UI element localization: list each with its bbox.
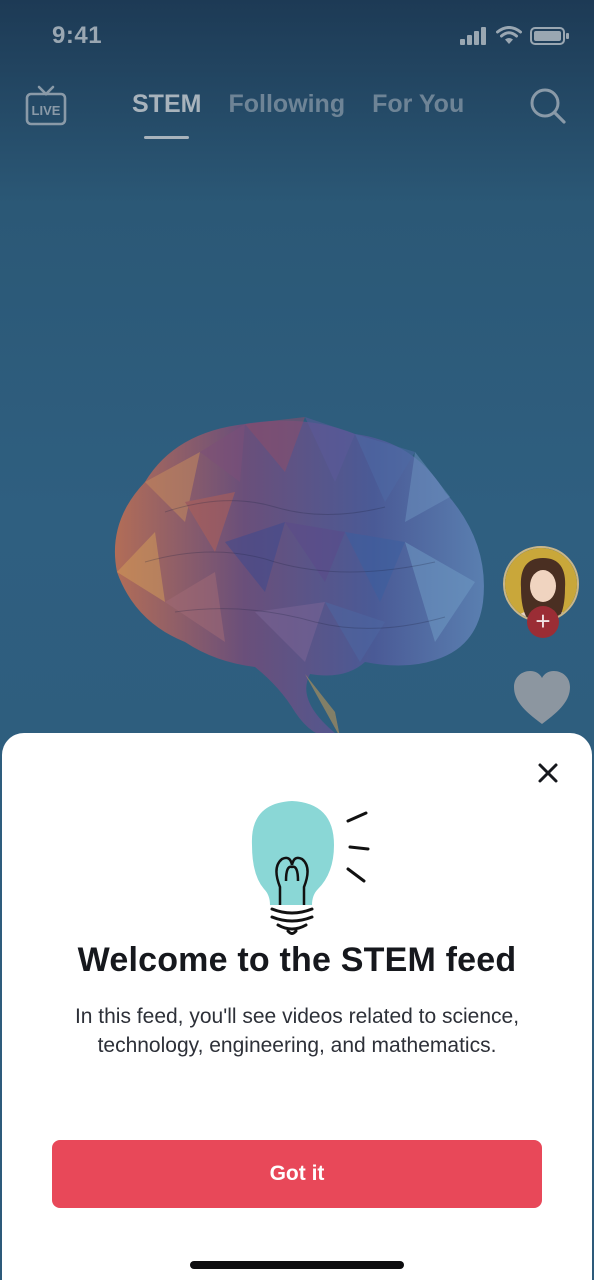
like-button[interactable] [513,670,571,726]
wifi-icon [496,26,522,44]
home-indicator [190,1261,404,1269]
status-bar: 9:41 [0,0,594,74]
lightbulb-illustration [242,795,377,937]
sheet-title: Welcome to the STEM feed [77,941,517,979]
live-tv-icon: LIVE [25,85,67,126]
signal-icon [460,27,486,45]
tab-for-you[interactable]: For You [372,90,464,119]
live-button[interactable]: LIVE [24,84,68,128]
svg-text:LIVE: LIVE [32,103,61,118]
close-icon [538,763,558,783]
feed-tabs: STEM Following For You [132,90,464,139]
video-content[interactable] [105,412,495,742]
heart-icon [514,671,570,724]
app-screen: 9:41 LIVE STEM Following For You + Welco… [0,0,594,1280]
follow-button[interactable]: + [527,606,559,638]
search-icon [530,88,566,124]
welcome-sheet: Welcome to the STEM feed In this feed, y… [2,733,592,1280]
top-nav: LIVE STEM Following For You [0,78,594,139]
status-time: 9:41 [52,22,103,49]
brain-illustration [114,417,484,738]
battery-icon [530,27,569,45]
tab-following[interactable]: Following [228,90,345,119]
tab-stem[interactable]: STEM [132,90,201,139]
close-button[interactable] [534,759,562,787]
search-button[interactable] [528,86,568,126]
status-icons [460,26,570,46]
sheet-description: In this feed, you'll see videos related … [74,1005,520,1057]
creator-avatar-group: + [503,546,583,642]
lightbulb-icon [251,801,370,935]
got-it-button[interactable]: Got it [52,1140,542,1208]
